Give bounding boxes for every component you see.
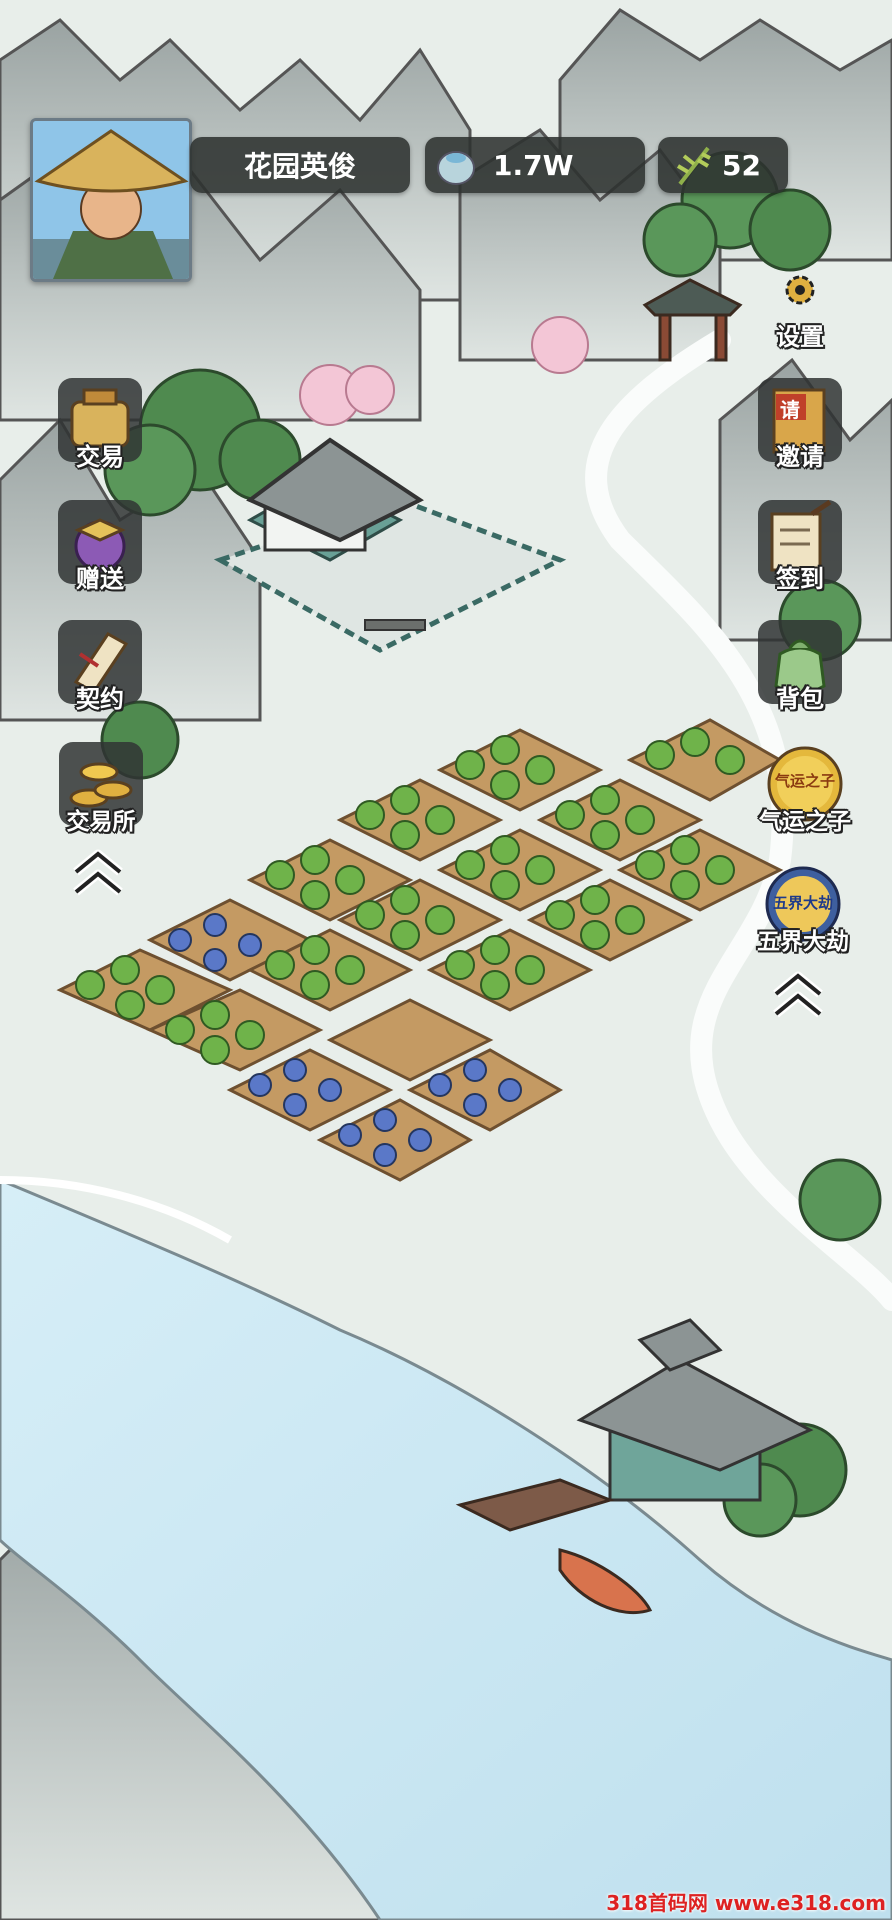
gift-label: 赠送 [76, 565, 124, 593]
settings-button[interactable]: 设置 [750, 272, 850, 352]
invite-button[interactable]: 请 邀请 [750, 378, 850, 472]
right-collapse-chevron-icon[interactable] [770, 970, 826, 1020]
calamity-badge-text: 五界大劫 [772, 894, 833, 912]
player-name: 花园英俊 [243, 150, 356, 183]
contract-button[interactable]: 契约 [50, 620, 150, 714]
checkin-button[interactable]: 签到 [750, 499, 850, 594]
player-avatar[interactable] [30, 118, 192, 282]
left-collapse-chevron-icon[interactable] [70, 848, 126, 898]
settings-label: 设置 [776, 323, 824, 351]
gear-icon [782, 272, 818, 308]
exchange-button[interactable]: 交易所 [46, 742, 156, 836]
trade-button[interactable]: 交易 [50, 378, 150, 472]
watermark: 318首码网 www.e318.com [606, 1891, 886, 1915]
herb-icon [674, 142, 714, 188]
gold-amount: 1.7W [493, 148, 574, 182]
trade-label: 交易 [76, 443, 124, 471]
fortune-button[interactable]: 气运之子 气运之子 [750, 742, 860, 836]
contract-label: 契约 [76, 685, 124, 713]
invite-badge: 请 [780, 398, 800, 422]
gift-button[interactable]: 赠送 [50, 500, 150, 594]
gold-panel[interactable]: 1.7W [425, 137, 645, 193]
checkin-label: 签到 [776, 565, 824, 593]
game-screen: 花园英俊 1.7W 52 交易 赠送 契约 交易所 设置 请 邀请 签到 背包 … [0, 0, 892, 1920]
fortune-label: 气运之子 [759, 809, 851, 835]
energy-amount: 52 [722, 148, 761, 182]
bag-label: 背包 [776, 685, 824, 713]
energy-panel[interactable]: 52 [658, 137, 788, 193]
coin-bag-icon [433, 142, 479, 188]
invite-label: 邀请 [776, 443, 824, 471]
player-name-panel: 花园英俊 [190, 137, 410, 193]
exchange-label: 交易所 [66, 809, 136, 835]
fortune-badge-text: 气运之子 [774, 772, 835, 790]
calamity-button[interactable]: 五界大劫 五界大劫 [745, 862, 861, 956]
bag-button[interactable]: 背包 [750, 620, 850, 714]
calamity-label: 五界大劫 [757, 929, 849, 955]
